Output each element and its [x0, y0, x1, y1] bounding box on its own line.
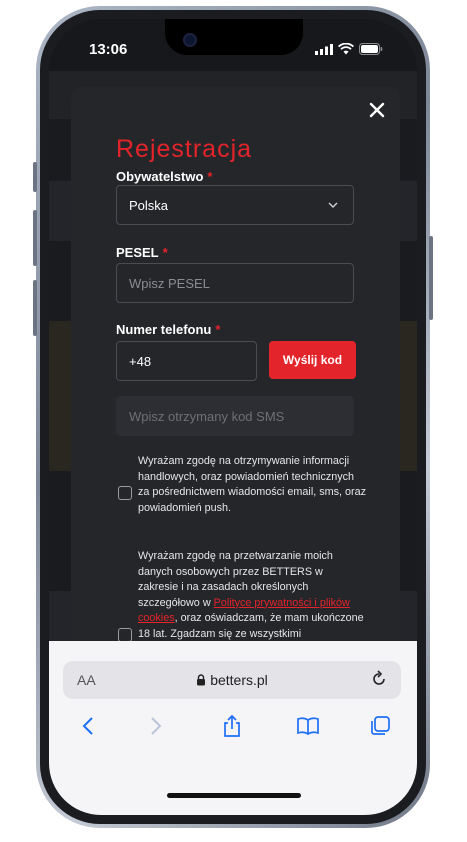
reload-icon[interactable]	[369, 669, 389, 689]
bookmarks-button[interactable]	[293, 711, 323, 741]
lock-icon	[197, 674, 206, 686]
forward-icon	[151, 717, 162, 735]
pesel-input[interactable]: Wpisz PESEL	[116, 263, 354, 303]
bookmarks-icon	[297, 717, 319, 736]
browser-toolbar	[49, 711, 417, 745]
close-icon	[369, 102, 385, 118]
modal-title: Rejestracja	[116, 135, 253, 163]
screen: 13:06 Rejestracja Obywatelstwo * Polska …	[49, 19, 417, 815]
tabs-icon	[371, 716, 390, 735]
power-button	[429, 236, 433, 320]
phone-input[interactable]: +48	[116, 341, 257, 381]
share-icon	[224, 714, 240, 737]
status-icons	[315, 43, 383, 55]
citizenship-select[interactable]: Polska	[116, 185, 354, 225]
close-button[interactable]	[366, 99, 388, 121]
required-mark: *	[162, 245, 168, 260]
phone-label-text: Numer telefonu	[116, 322, 212, 337]
volume-down-button	[33, 280, 37, 336]
status-time: 13:06	[89, 41, 128, 58]
pesel-label: PESEL *	[116, 245, 168, 260]
url-text: betters.pl	[210, 672, 268, 688]
mute-switch	[33, 162, 37, 192]
address-bar[interactable]: AA betters.pl	[63, 661, 401, 699]
share-button[interactable]	[217, 711, 247, 741]
registration-modal: Rejestracja Obywatelstwo * Polska PESEL * …	[71, 87, 400, 677]
sms-code-placeholder: Wpisz otrzymany kod SMS	[129, 408, 285, 424]
home-indicator	[167, 793, 301, 798]
send-code-button[interactable]: Wyślij kod	[269, 341, 356, 379]
consent-data-checkbox[interactable]	[118, 628, 132, 642]
pesel-placeholder: Wpisz PESEL	[129, 275, 210, 291]
citizenship-label: Obywatelstwo *	[116, 169, 212, 184]
required-mark: *	[215, 322, 221, 337]
consent-marketing-checkbox[interactable]	[118, 486, 132, 500]
citizenship-value: Polska	[129, 197, 169, 213]
browser-bar: AA betters.pl	[49, 641, 417, 815]
url-display[interactable]: betters.pl	[63, 672, 401, 688]
tabs-button[interactable]	[365, 711, 395, 741]
phone-label: Numer telefonu *	[116, 322, 220, 337]
wifi-icon	[338, 43, 354, 55]
required-mark: *	[207, 169, 213, 184]
forward-button[interactable]	[141, 711, 171, 741]
signal-icon	[315, 43, 333, 55]
volume-up-button	[33, 210, 37, 266]
citizenship-label-text: Obywatelstwo	[116, 169, 204, 184]
battery-icon	[359, 43, 383, 55]
chevron-down-icon	[328, 202, 338, 208]
sms-code-input[interactable]: Wpisz otrzymany kod SMS	[116, 396, 354, 436]
consent-marketing-text: Wyrażam zgodę na otrzymywanie informacji…	[138, 455, 367, 514]
phone-prefix: +48	[129, 353, 152, 369]
pesel-label-text: PESEL	[116, 245, 159, 260]
back-button[interactable]	[73, 711, 103, 741]
camera-icon	[185, 35, 195, 45]
back-icon	[82, 717, 93, 735]
